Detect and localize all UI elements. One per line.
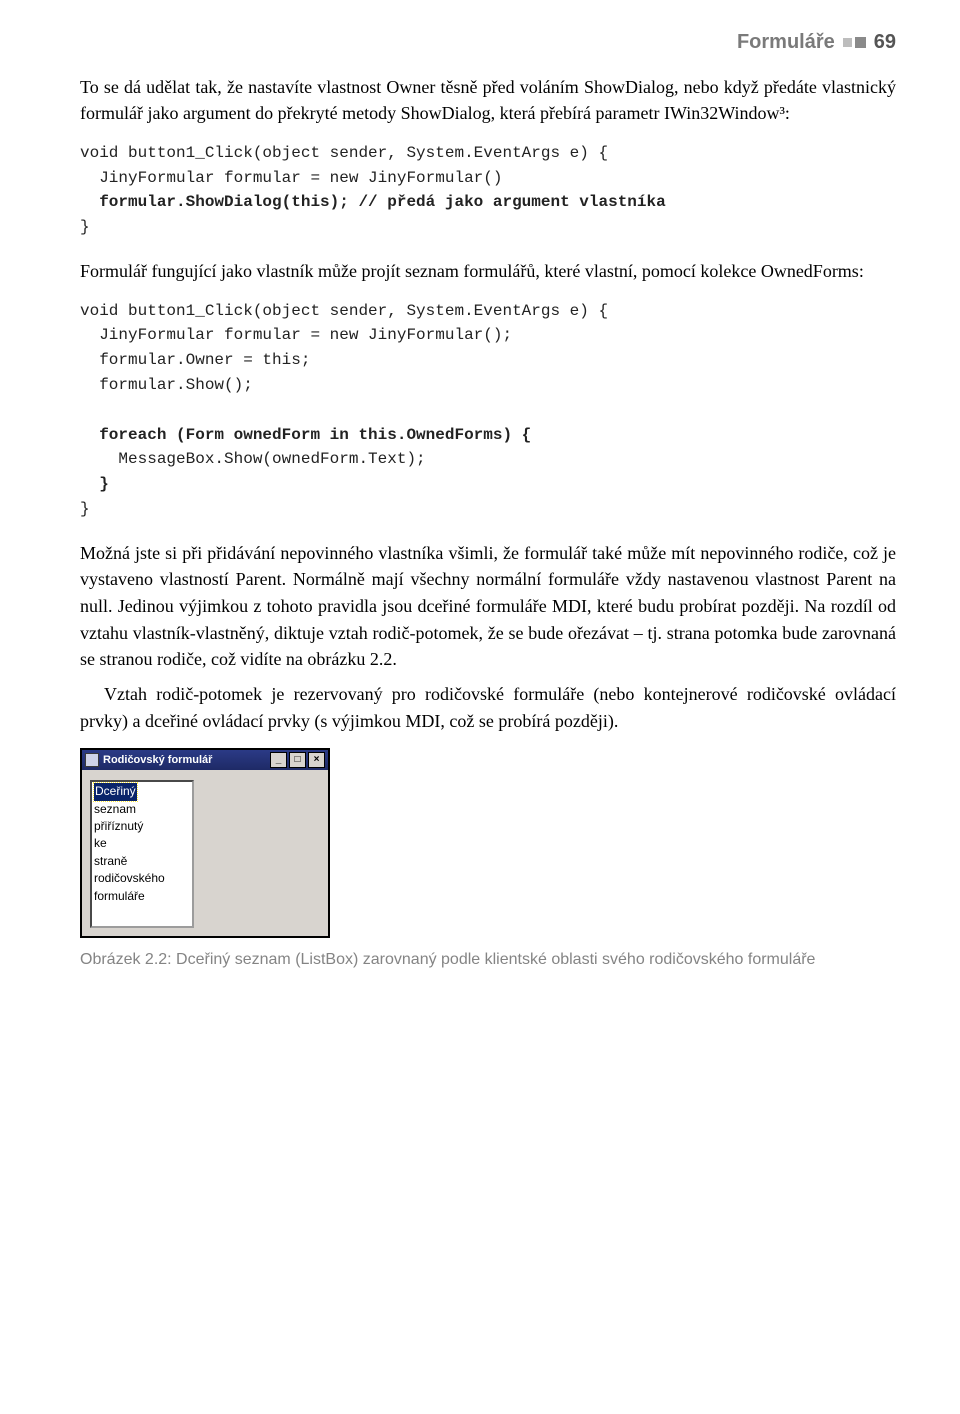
paragraph-parent: Možná jste si při přidávání nepovinného … — [80, 540, 896, 673]
list-item-selected[interactable]: Dceřiný — [94, 783, 137, 800]
client-area: Dceřiný seznam přiříznutý ke straně rodi… — [82, 770, 328, 936]
paragraph-intro: To se dá udělat tak, že nastavíte vlastn… — [80, 74, 896, 127]
close-button[interactable]: × — [308, 752, 325, 768]
titlebar: Rodičovský formulář _ □ × — [82, 750, 328, 770]
minimize-button[interactable]: _ — [270, 752, 287, 768]
paragraph-ownedforms: Formulář fungující jako vlastník může pr… — [80, 258, 896, 285]
page-header: Formuláře 69 — [80, 28, 896, 58]
list-item[interactable]: přiříznutý — [94, 818, 190, 835]
figure-caption: Obrázek 2.2: Dceřiný seznam (ListBox) za… — [170, 948, 896, 971]
chapter-title: Formuláře — [737, 28, 835, 58]
list-item[interactable]: straně — [94, 853, 190, 870]
header-marker-icon — [843, 37, 866, 48]
code-block-ownedforms: void button1_Click(object sender, System… — [80, 299, 896, 522]
maximize-button[interactable]: □ — [289, 752, 306, 768]
list-item[interactable]: ke — [94, 835, 190, 852]
window-title: Rodičovský formulář — [103, 752, 212, 768]
app-icon — [85, 753, 99, 767]
paragraph-parent2: Vztah rodič-potomek je rezervovaný pro r… — [80, 681, 896, 734]
list-item[interactable]: seznam — [94, 801, 190, 818]
page-number: 69 — [874, 28, 896, 58]
window-mockup: Rodičovský formulář _ □ × Dceřiný seznam… — [80, 748, 330, 938]
code-block-showdialog: void button1_Click(object sender, System… — [80, 141, 896, 240]
listbox[interactable]: Dceřiný seznam přiříznutý ke straně rodi… — [90, 780, 194, 928]
list-item[interactable]: rodičovského — [94, 870, 190, 887]
list-item[interactable]: formuláře — [94, 888, 190, 905]
